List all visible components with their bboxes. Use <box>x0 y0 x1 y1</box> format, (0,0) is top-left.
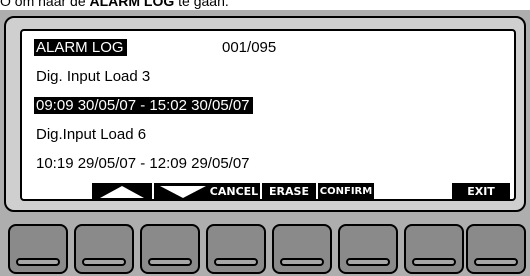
display-bezel: ALARM LOG 001/095 Dig. Input Load 3 09:0… <box>4 16 526 212</box>
caption-text-before: O om naar de <box>0 0 90 9</box>
hardware-key-2[interactable] <box>74 224 134 274</box>
hardware-key-8[interactable] <box>466 224 526 274</box>
key-groove <box>82 258 126 266</box>
caption-text-bold: ALARM LOG <box>89 0 175 9</box>
key-groove <box>16 258 60 266</box>
lcd-screen: ALARM LOG 001/095 Dig. Input Load 3 09:0… <box>20 29 516 201</box>
hardware-key-1[interactable] <box>8 224 68 274</box>
confirm-softkey[interactable]: CONFIRM <box>318 183 374 201</box>
alarm-entry-period-selected[interactable]: 09:09 30/05/07 - 15:02 30/05/07 <box>34 96 253 115</box>
alarm-counter: 001/095 <box>222 39 277 56</box>
hardware-key-4[interactable] <box>206 224 266 274</box>
key-groove <box>474 258 518 266</box>
cancel-softkey[interactable]: CANCEL <box>208 183 260 201</box>
key-groove <box>412 258 456 266</box>
up-triangle-icon[interactable] <box>92 183 152 201</box>
screen-title-row: ALARM LOG <box>34 38 127 57</box>
key-groove <box>214 258 258 266</box>
exit-softkey[interactable]: EXIT <box>452 183 510 201</box>
hardware-key-7[interactable] <box>404 224 464 274</box>
down-triangle-icon[interactable] <box>154 183 212 201</box>
device-panel: ALARM LOG 001/095 Dig. Input Load 3 09:0… <box>0 10 530 276</box>
manual-caption: O om naar de ALARM LOG te gaan. <box>0 0 229 9</box>
softkey-label-bar: CANCEL ERASE CONFIRM EXIT <box>22 183 514 201</box>
key-groove <box>346 258 390 266</box>
hardware-key-6[interactable] <box>338 224 398 274</box>
erase-softkey[interactable]: ERASE <box>262 183 316 201</box>
alarm-entry-period[interactable]: 10:19 29/05/07 - 12:09 29/05/07 <box>36 154 250 173</box>
caption-text-after: te gaan. <box>174 0 229 9</box>
hardware-key-3[interactable] <box>140 224 200 274</box>
screen-title: ALARM LOG <box>34 39 127 56</box>
alarm-entry-name[interactable]: Dig. Input Load 3 <box>36 67 150 86</box>
key-groove <box>280 258 324 266</box>
hardware-key-row <box>0 216 530 276</box>
hardware-key-5[interactable] <box>272 224 332 274</box>
key-groove <box>148 258 192 266</box>
alarm-entry-period: 09:09 30/05/07 - 15:02 30/05/07 <box>34 97 253 114</box>
alarm-entry-name[interactable]: Dig.Input Load 6 <box>36 125 146 144</box>
